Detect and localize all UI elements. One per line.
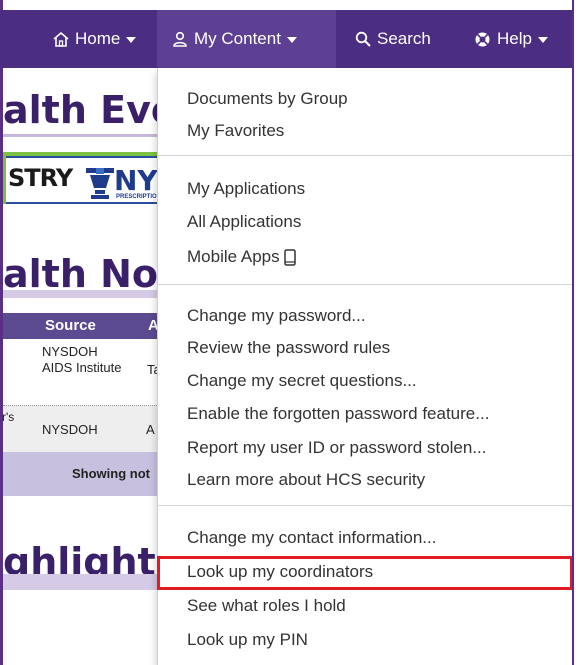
top-navbar: Home My Content Search Help <box>0 10 574 68</box>
mortar-pestle-icon <box>86 168 114 199</box>
menu-item-look-up-pin[interactable]: Look up my PIN <box>187 630 308 650</box>
nav-search[interactable]: Search <box>355 10 431 68</box>
menu-item-my-applications[interactable]: My Applications <box>187 179 305 199</box>
nav-home[interactable]: Home <box>53 10 137 68</box>
banner-ny: NY <box>114 164 157 197</box>
page-right-edge <box>572 0 574 665</box>
menu-item-hcs-security[interactable]: Learn more about HCS security <box>187 470 425 490</box>
page-heading-events: alth Eve <box>3 88 157 132</box>
user-icon <box>173 31 187 47</box>
nav-help[interactable]: Help <box>474 10 548 68</box>
chevron-down-icon <box>537 37 548 43</box>
table-footer-text: Showing not <box>72 466 150 481</box>
nav-my-content[interactable]: My Content <box>157 10 336 68</box>
col-header-source: Source <box>45 317 96 334</box>
banner-text: STRY <box>8 164 73 192</box>
menu-item-change-secret-questions[interactable]: Change my secret questions... <box>187 371 417 391</box>
heading-underline <box>3 134 157 137</box>
search-icon <box>355 31 371 47</box>
nav-search-label: Search <box>377 29 431 48</box>
lifebuoy-icon <box>475 32 490 46</box>
menu-item-all-applications[interactable]: All Applications <box>187 212 301 232</box>
highlight-box <box>157 556 573 590</box>
menu-item-my-favorites[interactable]: My Favorites <box>187 121 284 141</box>
cell-col2: A <box>146 422 155 437</box>
heading-underline <box>3 574 157 590</box>
menu-item-documents-by-group[interactable]: Documents by Group <box>187 89 348 109</box>
menu-item-change-password[interactable]: Change my password... <box>187 306 366 326</box>
menu-item-mobile-apps[interactable]: Mobile Apps <box>187 247 296 267</box>
nav-help-label: Help <box>497 29 532 48</box>
cell-source: NYSDOH <box>42 422 98 437</box>
menu-item-enable-forgotten-password[interactable]: Enable the forgotten password feature... <box>187 404 489 424</box>
menu-divider <box>158 155 573 156</box>
mobile-phone-icon <box>283 248 296 266</box>
menu-divider <box>158 505 573 506</box>
nav-home-label: Home <box>75 29 121 48</box>
menu-item-see-roles[interactable]: See what roles I hold <box>187 596 346 616</box>
chevron-down-icon <box>126 37 137 43</box>
table-header: Source A <box>3 313 159 339</box>
menu-divider <box>158 284 573 285</box>
heading-underline <box>3 290 157 298</box>
table-row: r's NYSDOH A <box>2 405 157 454</box>
menu-item-change-contact-info[interactable]: Change my contact information... <box>187 528 436 548</box>
registry-banner[interactable]: STRY NY PRESCRIPTIO <box>3 152 157 204</box>
cell-source: NYSDOH AIDS Institute <box>42 344 122 375</box>
nav-my-content-label: My Content <box>194 29 281 48</box>
home-icon <box>53 31 69 47</box>
menu-item-review-password-rules[interactable]: Review the password rules <box>187 338 390 358</box>
banner-small-text: PRESCRIPTIO <box>116 194 157 200</box>
cell-pre: r's <box>2 410 15 424</box>
menu-item-mobile-apps-label: Mobile Apps <box>187 247 280 266</box>
menu-item-report-stolen[interactable]: Report my user ID or password stolen... <box>187 438 487 458</box>
chevron-down-icon <box>286 37 297 43</box>
